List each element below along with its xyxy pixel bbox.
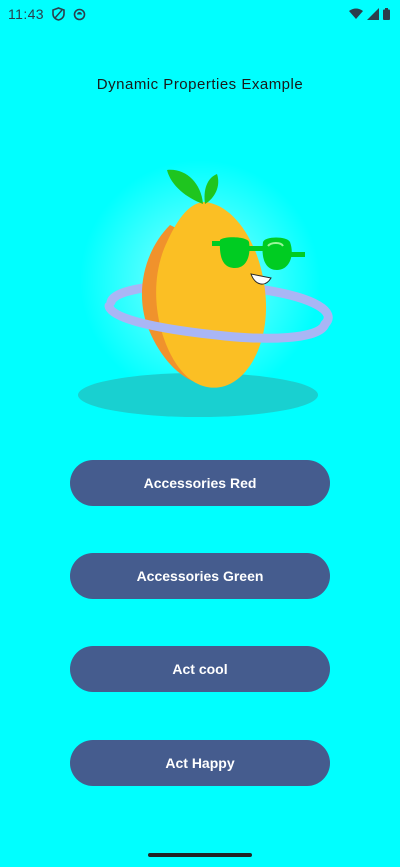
act-happy-button[interactable]: Act Happy [70,740,330,786]
status-right [349,8,390,20]
status-bar: 11:43 [0,0,400,28]
sync-icon [73,8,86,21]
wifi-icon [349,8,363,20]
status-time: 11:43 [8,6,44,22]
act-cool-button[interactable]: Act cool [70,646,330,692]
home-indicator[interactable] [148,853,252,857]
accessories-green-button[interactable]: Accessories Green [70,553,330,599]
accessories-red-button[interactable]: Accessories Red [70,460,330,506]
status-left: 11:43 [8,6,86,22]
shield-icon [52,7,65,21]
lemon-mascot-icon [75,150,335,430]
page-title: Dynamic Properties Example [96,76,304,93]
app-screen: 11:43 Dynamic Properties Example Accesso… [0,0,400,867]
battery-icon [383,8,390,20]
signal-icon [367,8,379,20]
